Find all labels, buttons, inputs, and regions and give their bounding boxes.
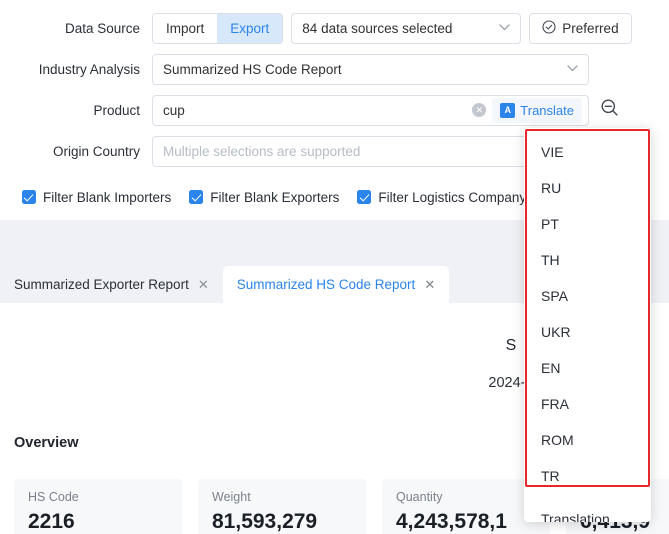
checkbox-icon[interactable] [22, 190, 36, 204]
language-option-pt[interactable]: PT [524, 206, 651, 242]
checkbox-filter-blank-exporters[interactable]: Filter Blank Exporters [189, 190, 339, 205]
language-option-vie[interactable]: VIE [524, 134, 651, 170]
card-value: 2216 [28, 510, 75, 533]
chevron-down-icon [499, 23, 510, 34]
product-row: Product cup ✕ A Translate [0, 90, 669, 130]
translate-icon: A [500, 102, 516, 118]
tab-label: Summarized HS Code Report [236, 277, 416, 292]
language-dropdown[interactable]: VIE RU PT TH SPA UKR EN FRA ROM TR Trans… [524, 128, 651, 522]
language-option-ru[interactable]: RU [524, 170, 651, 206]
tab-summarized-exporter-report[interactable]: Summarized Exporter Report ✕ [0, 266, 223, 303]
overview-heading: Overview [14, 435, 79, 451]
product-input[interactable]: cup ✕ A Translate [152, 94, 589, 126]
industry-analysis-controls: Summarized HS Code Report [152, 53, 669, 85]
origin-country-label: Origin Country [52, 143, 140, 159]
checkbox-icon[interactable] [357, 190, 372, 204]
import-export-toggle[interactable]: Import Export [152, 12, 284, 44]
checkbox-label: Filter Logistics Company [378, 189, 527, 205]
language-option-en[interactable]: EN [524, 350, 651, 386]
close-icon[interactable]: ✕ [424, 277, 435, 293]
checkbox-filter-logistics-company[interactable]: Filter Logistics Company [357, 190, 526, 205]
zoom-out-button[interactable] [597, 98, 621, 122]
data-source-label: Data Source [64, 20, 140, 36]
close-icon[interactable]: ✕ [198, 277, 209, 293]
industry-analysis-row: Industry Analysis Summarized HS Code Rep… [0, 49, 669, 89]
card-value: 81,593,279 [212, 510, 318, 533]
translate-label: Translate [520, 102, 574, 118]
language-option-list: VIE RU PT TH SPA UKR EN FRA ROM TR Trans… [524, 128, 651, 522]
industry-analysis-value: Summarized HS Code Report [163, 61, 342, 77]
language-option-spa[interactable]: SPA [524, 278, 651, 314]
check-circle-icon [542, 19, 556, 37]
language-option-rom[interactable]: ROM [524, 422, 651, 458]
data-sources-value: 84 data sources selected [302, 20, 453, 36]
import-tab[interactable]: Import [153, 13, 218, 43]
translate-button[interactable]: A Translate [492, 97, 582, 123]
preferred-button[interactable]: Preferred [529, 12, 632, 44]
data-source-controls: Import Export 84 data sources selected P… [152, 12, 669, 44]
language-option-fra[interactable]: FRA [524, 386, 651, 422]
product-label: Product [93, 102, 140, 118]
data-sources-select[interactable]: 84 data sources selected [291, 12, 522, 44]
overview-card-weight: Weight 81,593,279 [198, 479, 366, 534]
checkbox-label: Filter Blank Exporters [210, 189, 340, 205]
origin-country-placeholder: Multiple selections are supported [163, 143, 361, 159]
product-value: cup [163, 102, 185, 118]
industry-analysis-label: Industry Analysis [38, 61, 140, 77]
overview-card-hs-code: HS Code 2216 [14, 479, 182, 534]
clear-icon[interactable]: ✕ [472, 103, 487, 117]
tab-summarized-hs-code-report[interactable]: Summarized HS Code Report ✕ [222, 266, 450, 303]
checkbox-icon[interactable] [189, 190, 204, 204]
magnifier-minus-icon [600, 98, 619, 122]
language-option-tr[interactable]: TR [524, 458, 651, 494]
data-source-row: Data Source Import Export 84 data source… [0, 8, 669, 48]
card-key: Weight [212, 490, 251, 504]
language-option-ukr[interactable]: UKR [524, 314, 651, 350]
app-root: Data Source Import Export 84 data source… [0, 0, 669, 534]
translation-footer-item[interactable]: Translation [524, 500, 651, 522]
product-controls: cup ✕ A Translate [152, 94, 669, 126]
export-tab[interactable]: Export [217, 13, 283, 43]
language-option-th[interactable]: TH [524, 242, 651, 278]
industry-analysis-select[interactable]: Summarized HS Code Report [152, 53, 589, 85]
preferred-label: Preferred [562, 20, 619, 36]
checkbox-label: Filter Blank Importers [43, 189, 172, 205]
checkbox-filter-blank-importers[interactable]: Filter Blank Importers [22, 190, 171, 205]
tab-label: Summarized Exporter Report [14, 277, 189, 292]
card-key: HS Code [28, 490, 79, 504]
chevron-down-icon [567, 64, 578, 75]
